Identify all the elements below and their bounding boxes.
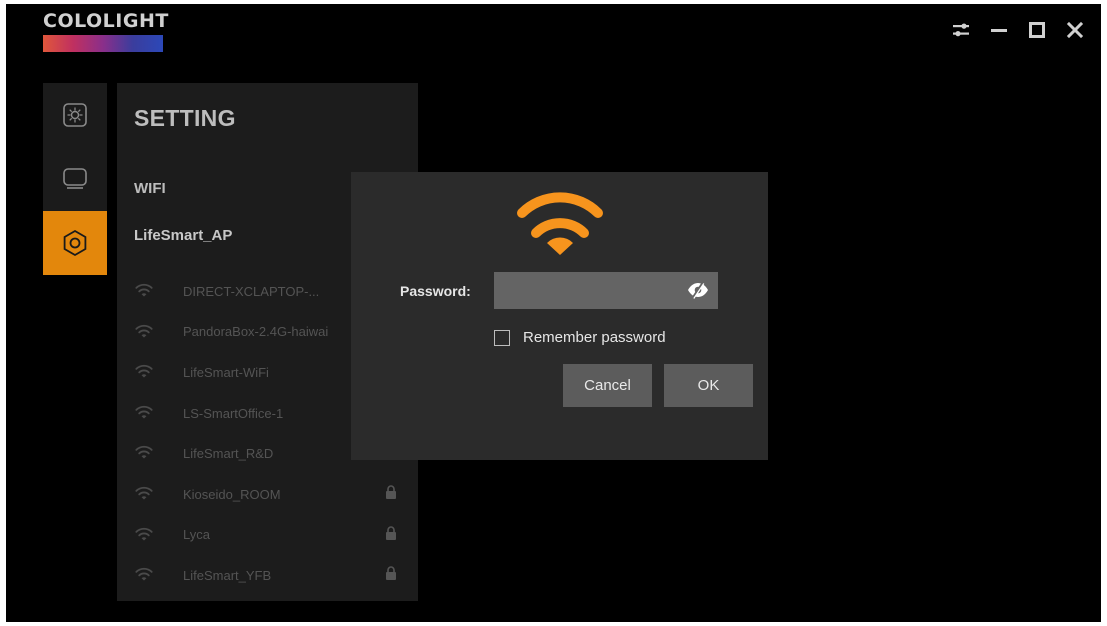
- network-ssid: DIRECT-XCLAPTOP-...: [183, 283, 320, 299]
- sun-icon: [63, 103, 87, 127]
- network-ssid: LifeSmart_YFB: [183, 567, 272, 583]
- wifi-signal-icon: [135, 486, 153, 500]
- wifi-signal-icon: [135, 324, 153, 338]
- network-item[interactable]: LifeSmart_YFB: [117, 555, 418, 596]
- wifi-signal-icon: [135, 405, 153, 419]
- lock-icon: [386, 485, 396, 499]
- brand-logo: COLOLIGHT: [43, 10, 169, 52]
- monitor-icon: [63, 168, 87, 189]
- remember-label: Remember password: [523, 329, 666, 346]
- network-ssid: Kioseido_ROOM: [183, 486, 281, 502]
- password-input[interactable]: [494, 272, 684, 309]
- wifi-signal-icon: [135, 283, 153, 297]
- nav-item-light-effects[interactable]: [43, 83, 107, 147]
- wifi-icon: [517, 192, 603, 255]
- current-network[interactable]: LifeSmart_AP: [134, 227, 232, 244]
- cancel-button[interactable]: Cancel: [563, 364, 652, 407]
- window-controls: [949, 18, 1087, 42]
- remember-checkbox[interactable]: [494, 329, 510, 346]
- network-item[interactable]: Kioseido_ROOM: [117, 474, 418, 515]
- network-ssid: Lyca: [183, 527, 210, 543]
- network-item[interactable]: Lyca: [117, 515, 418, 556]
- nav-rail: [43, 83, 107, 275]
- wifi-signal-icon: [135, 365, 153, 378]
- password-field[interactable]: [494, 272, 718, 309]
- remember-password-option[interactable]: Remember password: [494, 329, 666, 346]
- minimize-icon[interactable]: [987, 18, 1011, 42]
- network-ssid: LifeSmart-WiFi: [183, 364, 269, 380]
- wifi-signal-icon: [135, 568, 153, 581]
- network-ssid: LS-SmartOffice-1: [183, 405, 284, 421]
- brand-name: COLOLIGHT: [43, 10, 169, 32]
- password-label: Password:: [400, 283, 471, 299]
- nav-item-settings[interactable]: [43, 211, 107, 275]
- page-title: SETTING: [134, 105, 236, 131]
- wifi-signal-icon: [135, 446, 153, 459]
- brand-gradient-bar: [43, 35, 163, 52]
- settings-sliders-icon[interactable]: [949, 18, 973, 42]
- lock-icon: [386, 525, 396, 540]
- nav-item-display[interactable]: [43, 147, 107, 211]
- maximize-icon[interactable]: [1025, 18, 1049, 42]
- wifi-signal-icon: [135, 527, 153, 541]
- close-icon[interactable]: [1063, 18, 1087, 42]
- network-ssid: PandoraBox-2.4G-haiwai: [183, 324, 329, 340]
- hexagon-gear-icon: [63, 229, 87, 257]
- wifi-section-label: WIFI: [134, 180, 166, 197]
- ok-button[interactable]: OK: [664, 364, 753, 407]
- wifi-password-dialog: Password: Remember password Cancel OK: [351, 172, 768, 460]
- eye-slash-icon[interactable]: [687, 281, 709, 299]
- app-window: COLOLIGHT SETTING WIFI LifeSmart_AP DIRE…: [6, 4, 1101, 622]
- lock-icon: [386, 566, 396, 581]
- network-ssid: LifeSmart_R&D: [183, 446, 274, 462]
